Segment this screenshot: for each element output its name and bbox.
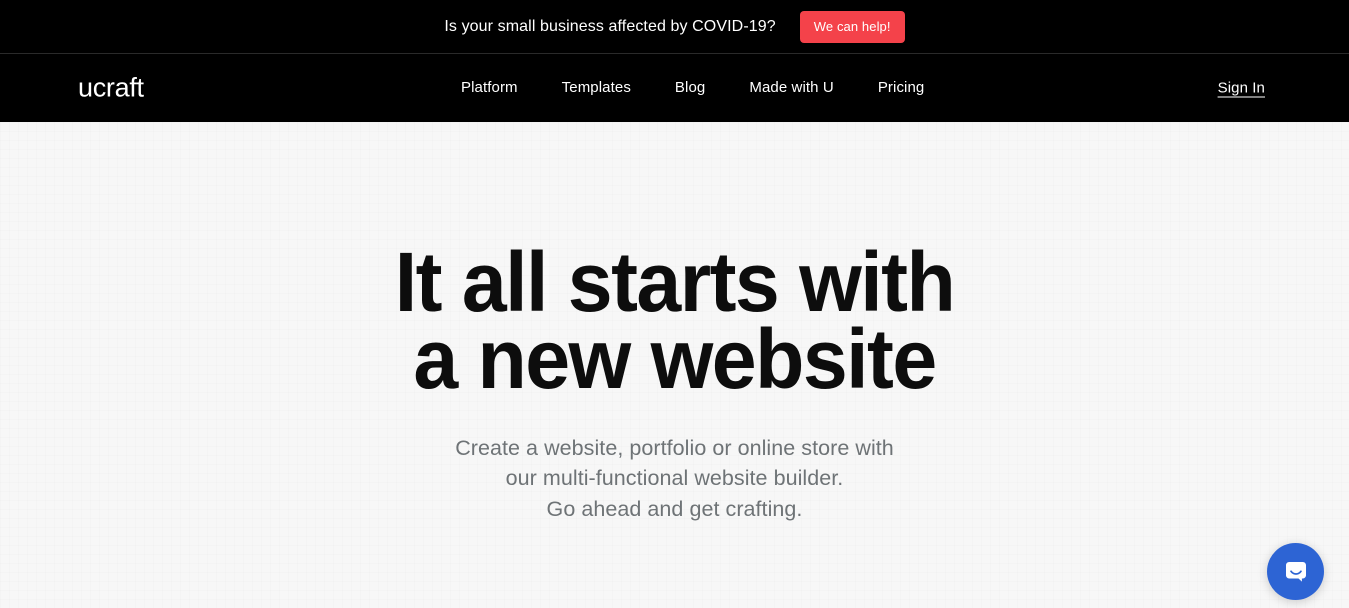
nav-link-templates[interactable]: Templates [562,79,631,96]
nav-link-made-with-u[interactable]: Made with U [749,79,833,96]
hero-headline-line-2: a new website [413,312,937,407]
nav-item-made-with-u[interactable]: Made with U [749,79,833,97]
nav-link-blog[interactable]: Blog [675,79,705,96]
hero-subtitle-line-2: our multi-functional website builder. [505,466,844,491]
chat-bubble-smile-icon [1282,558,1310,586]
nav-item-templates[interactable]: Templates [562,79,631,97]
promo-banner-text: Is your small business affected by COVID… [444,17,776,35]
main-navigation: ucraft Platform Templates Blog Made with… [0,54,1349,122]
nav-link-pricing[interactable]: Pricing [878,79,925,96]
hero-section: It all starts with a new website Create … [0,122,1349,608]
ucraft-logo[interactable]: ucraft [78,74,144,102]
sign-in-link[interactable]: Sign In [1218,80,1265,97]
nav-item-platform[interactable]: Platform [461,79,518,97]
nav-item-blog[interactable]: Blog [675,79,705,97]
chat-launcher-button[interactable] [1267,543,1324,600]
hero-subtitle-line-1: Create a website, portfolio or online st… [455,435,894,460]
nav-item-pricing[interactable]: Pricing [878,79,925,97]
hero-subtitle-line-3: Go ahead and get crafting. [546,497,803,521]
hero-headline: It all starts with a new website [27,235,1322,407]
hero-subtitle: Create a website, portfolio or online st… [0,433,1349,525]
hero-headline-line-1: It all starts with [394,235,956,329]
page-root: Is your small business affected by COVID… [0,0,1349,608]
we-can-help-button[interactable]: We can help! [799,10,905,43]
nav-link-platform[interactable]: Platform [461,79,518,96]
nav-links-list: Platform Templates Blog Made with U Pric… [461,79,924,97]
covid-promo-banner: Is your small business affected by COVID… [0,0,1349,54]
